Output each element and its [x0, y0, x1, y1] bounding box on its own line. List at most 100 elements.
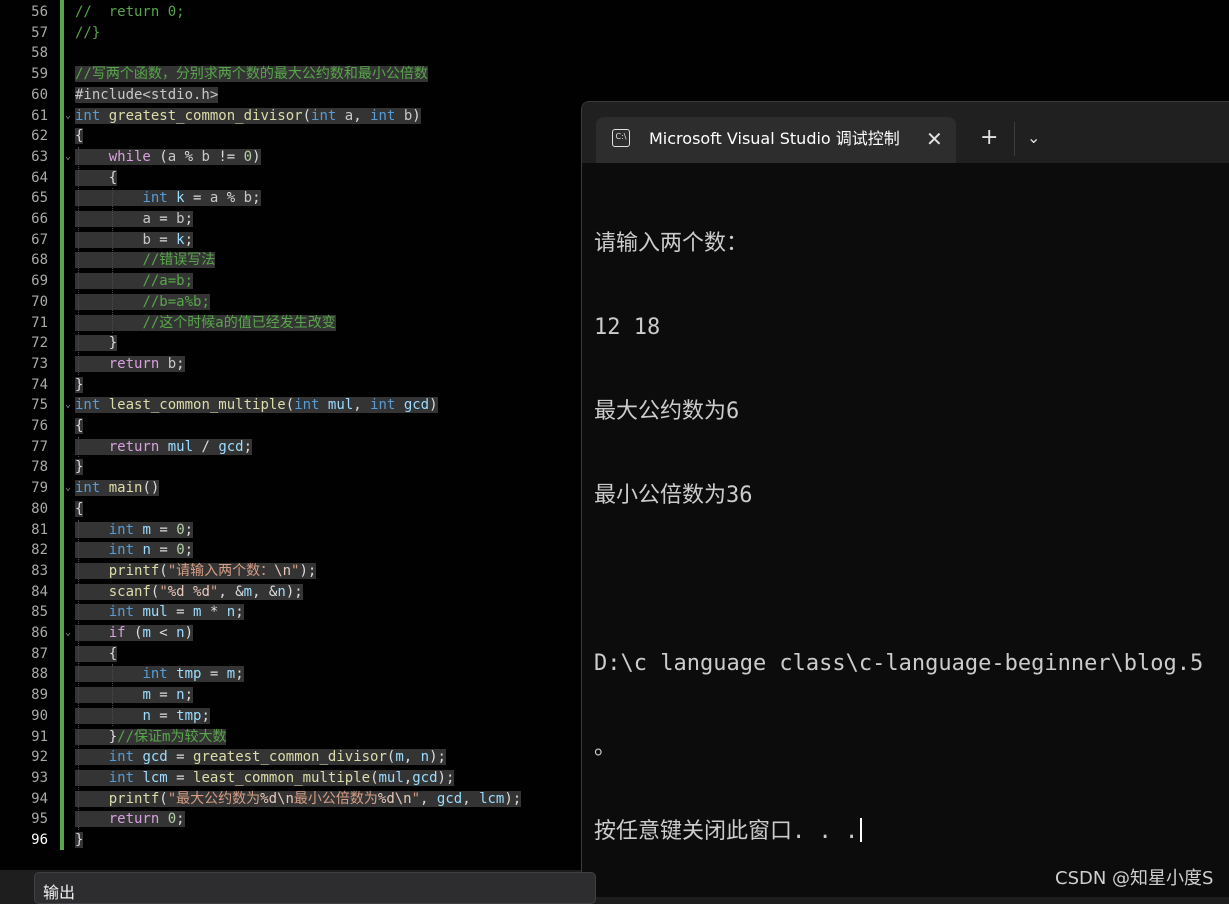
console-line: 按任意键关闭此窗口. . . — [594, 818, 1229, 846]
line-number: 77 — [31, 438, 48, 455]
console-line: 请输入两个数： — [594, 231, 749, 256]
code-line[interactable]: // return 0; — [75, 2, 185, 23]
line-number: 89 — [31, 687, 48, 704]
line-number: 73 — [31, 355, 48, 372]
line-number: 58 — [31, 45, 48, 62]
code-line[interactable]: if (m < n) — [75, 623, 194, 644]
new-tab-button[interactable]: + — [980, 124, 998, 152]
code-line[interactable]: } — [75, 457, 84, 478]
code-line[interactable]: } — [75, 830, 84, 851]
code-line[interactable]: m = n; — [75, 685, 194, 706]
change-indicator-bar — [60, 0, 64, 850]
chevron-down-icon[interactable]: ⌄ — [1027, 124, 1040, 152]
console-tab[interactable]: C:\ Microsoft Visual Studio 调试控制台 ✕ — [596, 117, 956, 163]
code-line[interactable]: a = b; — [75, 209, 194, 230]
code-line[interactable]: { — [75, 499, 84, 520]
code-line[interactable]: int mul = m * n; — [75, 602, 244, 623]
line-number: 74 — [31, 376, 48, 393]
code-line[interactable]: { — [75, 168, 118, 189]
text-cursor — [860, 818, 863, 842]
line-number: 94 — [31, 790, 48, 807]
line-number-gutter: 56 57 58 59 60 61 62 63 64 65 66 67 68 69 70 71 72 73 74 75… — [0, 0, 48, 870]
code-line[interactable]: printf("最大公约数为%d\n最小公倍数为%d\n", gcd, lcm)… — [75, 789, 522, 810]
code-line[interactable]: printf("请输入两个数：\n"); — [75, 561, 317, 582]
terminal-tab-bar: C:\ Microsoft Visual Studio 调试控制台 ✕ + ⌄ — [582, 102, 1229, 163]
indent-guide — [78, 519, 79, 830]
code-line[interactable]: //} — [75, 23, 100, 44]
watermark: CSDN @知星小度S — [1055, 868, 1214, 889]
code-line[interactable]: } — [75, 375, 84, 396]
line-number: 86 — [31, 625, 48, 641]
code-line[interactable]: int tmp = m; — [75, 664, 244, 685]
indent-guide — [112, 664, 113, 727]
code-line[interactable]: //这个时候a的值已经发生改变 — [75, 313, 336, 334]
code-line[interactable]: n = tmp; — [75, 706, 210, 727]
code-line[interactable]: int gcd = greatest_common_divisor(m, n); — [75, 747, 446, 768]
fold-icon[interactable]: ⌄ — [65, 623, 73, 644]
code-line[interactable]: int n = 0; — [75, 540, 194, 561]
code-line[interactable]: int m = 0; — [75, 520, 194, 541]
line-number: 67 — [31, 231, 48, 248]
code-line[interactable]: //b=a%b; — [75, 292, 210, 313]
output-panel-tab[interactable]: 输出 — [34, 872, 596, 904]
code-line[interactable]: int greatest_common_divisor(int a, int b… — [75, 106, 421, 127]
line-number: 87 — [31, 645, 48, 662]
code-line[interactable]: int k = a % b; — [75, 188, 261, 209]
line-number: 90 — [31, 707, 48, 724]
console-prompt-text: 按任意键关闭此窗口. . . — [594, 819, 859, 844]
line-number: 92 — [31, 749, 48, 766]
line-number: 71 — [31, 314, 48, 331]
line-number: 70 — [31, 293, 48, 310]
line-number: 82 — [31, 542, 48, 559]
code-line[interactable]: return 0; — [75, 809, 185, 830]
code-line[interactable]: } — [75, 333, 118, 354]
code-line[interactable]: { — [75, 644, 118, 665]
line-number: 62 — [31, 128, 48, 145]
console-line: 最大公约数为6 — [594, 399, 740, 424]
line-number: 61 — [31, 107, 48, 124]
code-line[interactable]: //写两个函数，分别求两个数的最大公约数和最小公倍数 — [75, 64, 428, 85]
line-number: 84 — [31, 583, 48, 600]
code-line[interactable]: while (a % b != 0) — [75, 147, 261, 168]
console-line: D:\c language class\c-language-beginner\… — [594, 651, 1204, 676]
code-line[interactable]: int main() — [75, 478, 160, 499]
indent-guide — [78, 436, 79, 458]
tab-separator — [1014, 122, 1015, 156]
line-number: 68 — [31, 252, 48, 269]
fold-icon[interactable]: ⌄ — [65, 147, 73, 168]
code-line[interactable]: #include<stdio.h> — [75, 85, 219, 106]
code-line[interactable]: return b; — [75, 354, 185, 375]
code-line[interactable]: }//保证m为较大数 — [75, 727, 227, 748]
line-number: 56 — [31, 4, 48, 20]
code-line[interactable]: //a=b; — [75, 271, 194, 292]
code-line[interactable]: int least_common_multiple(int mul, int g… — [75, 395, 438, 416]
console-output[interactable]: 请输入两个数： 12 18 最大公约数为6 最小公倍数为36 D:\c lang… — [594, 174, 1229, 897]
code-line[interactable]: //错误写法 — [75, 250, 216, 271]
code-line[interactable]: { — [75, 126, 84, 147]
code-line[interactable]: b = k; — [75, 230, 194, 251]
line-number: 95 — [31, 811, 48, 828]
close-icon[interactable]: ✕ — [926, 125, 943, 153]
fold-icon[interactable]: ⌄ — [65, 478, 73, 499]
tab-title: Microsoft Visual Studio 调试控制台 — [649, 129, 899, 148]
line-number: 96 — [31, 832, 48, 848]
line-number: 83 — [31, 562, 48, 579]
console-icon: C:\ — [612, 129, 630, 147]
line-number: 81 — [31, 521, 48, 538]
indent-guide — [112, 188, 113, 334]
fold-icon[interactable]: ⌄ — [65, 106, 73, 127]
fold-icon[interactable]: ⌄ — [65, 395, 73, 416]
code-line[interactable]: return mul / gcd; — [75, 437, 253, 458]
code-line[interactable]: { — [75, 416, 84, 437]
code-line[interactable]: scanf("%d %d", &m, &n); — [75, 582, 303, 603]
debug-console-window[interactable]: C:\ Microsoft Visual Studio 调试控制台 ✕ + ⌄ … — [581, 101, 1229, 897]
line-number: 91 — [31, 728, 48, 745]
line-number: 78 — [31, 459, 48, 476]
code-line[interactable]: int lcm = least_common_multiple(mul,gcd)… — [75, 768, 455, 789]
line-number: 59 — [31, 66, 48, 83]
line-number: 65 — [31, 190, 48, 207]
console-line: 12 18 — [594, 315, 661, 340]
line-number: 57 — [31, 24, 48, 41]
line-number: 85 — [31, 604, 48, 621]
